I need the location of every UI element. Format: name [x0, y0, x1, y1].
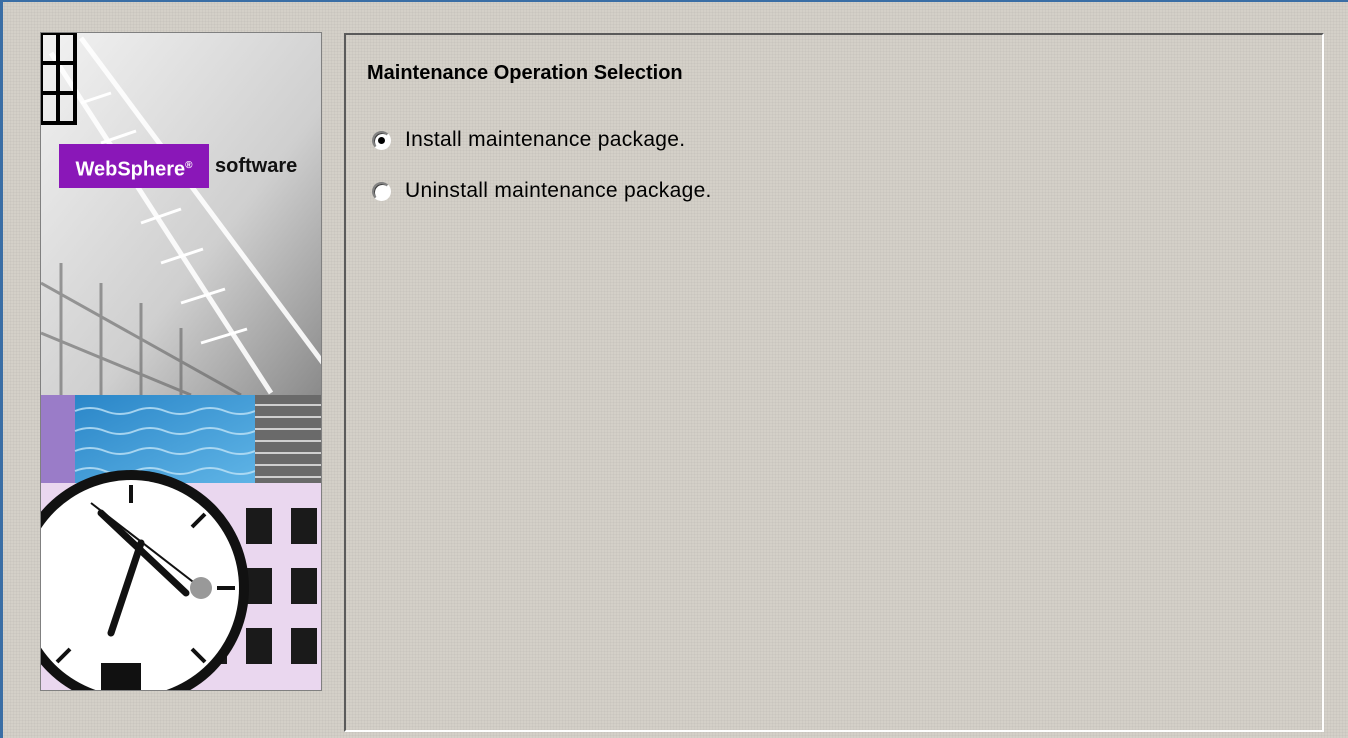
banner-artwork — [41, 33, 321, 690]
websphere-logo: WebSphere® software — [59, 144, 321, 188]
install-radio-button[interactable] — [372, 130, 391, 150]
brand-name: WebSphere — [75, 158, 186, 181]
websphere-logo-box: WebSphere® — [59, 144, 209, 188]
brand-suffix: software — [215, 155, 298, 177]
websphere-banner-image: WebSphere® software — [40, 32, 322, 691]
uninstall-option[interactable]: Uninstall maintenance package. — [372, 179, 712, 203]
uninstall-radio-button[interactable] — [372, 181, 391, 201]
uninstall-option-label[interactable]: Uninstall maintenance package. — [405, 179, 712, 203]
brand-registered-mark: ® — [185, 160, 193, 171]
installer-window: WebSphere® software Maintenance Operatio… — [0, 0, 1348, 738]
content-panel: Maintenance Operation Selection Install … — [344, 33, 1324, 732]
radio-selected-dot — [378, 136, 385, 144]
page-title: Maintenance Operation Selection — [367, 62, 683, 84]
install-option[interactable]: Install maintenance package. — [372, 128, 685, 152]
install-option-label[interactable]: Install maintenance package. — [405, 128, 685, 152]
